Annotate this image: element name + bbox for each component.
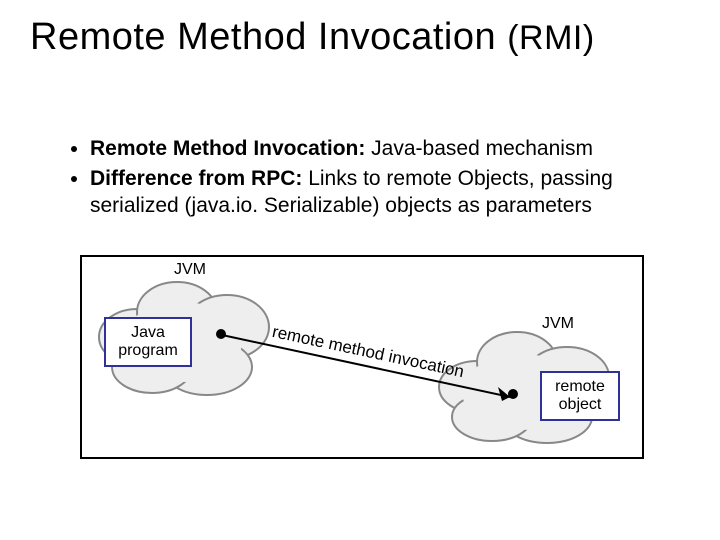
box-line: remote	[542, 378, 618, 396]
box-line: Java	[106, 324, 190, 342]
endpoint-dot-icon	[216, 329, 226, 339]
endpoint-dot-icon	[508, 389, 518, 399]
jvm-label-right: JVM	[542, 315, 574, 333]
slide-title: Remote Method Invocation (RMI)	[30, 16, 595, 59]
title-suffix: (RMI)	[507, 19, 594, 57]
remote-object-box: remote object	[540, 371, 620, 421]
bullet-text: Java-based mechanism	[365, 137, 593, 160]
rmi-diagram: remote method invocation JVM JVM Java pr…	[80, 255, 644, 459]
bullet-bold: Remote Method Invocation:	[90, 137, 365, 160]
bullet-list: Remote Method Invocation: Java-based mec…	[32, 136, 680, 223]
jvm-label-left: JVM	[174, 261, 206, 279]
box-line: object	[542, 396, 618, 414]
title-main: Remote Method Invocation	[30, 16, 496, 58]
bullet-item: Difference from RPC: Links to remote Obj…	[90, 166, 680, 219]
box-line: program	[106, 342, 190, 360]
bullet-item: Remote Method Invocation: Java-based mec…	[90, 136, 680, 162]
bullet-bold: Difference from RPC:	[90, 167, 302, 190]
java-program-box: Java program	[104, 317, 192, 367]
